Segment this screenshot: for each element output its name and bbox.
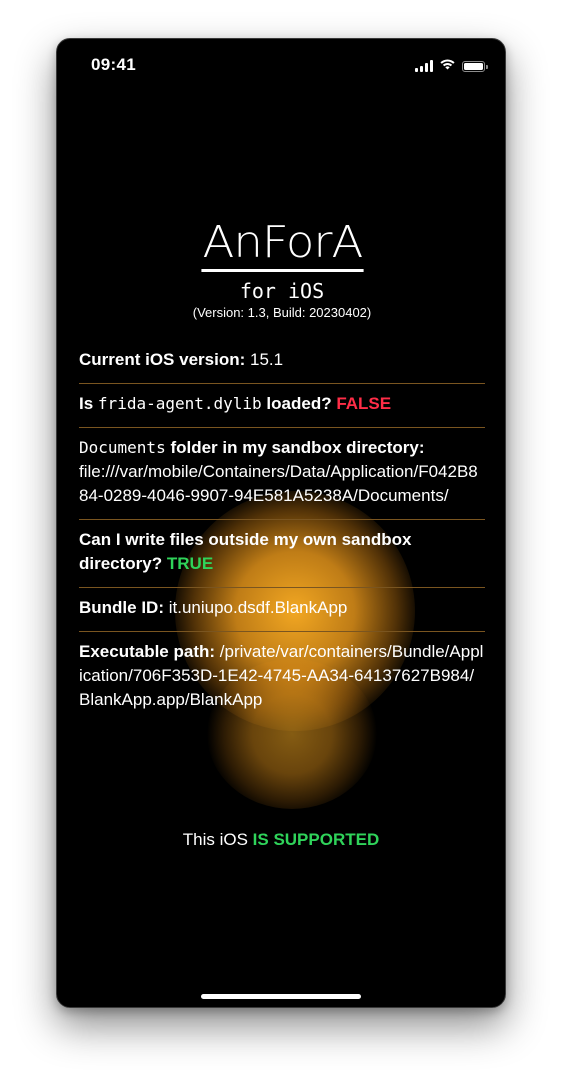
support-value: IS SUPPORTED — [252, 830, 380, 849]
phone-screen: 09:41 AnForA for iOS (Version: 1.3, Buil… — [56, 38, 506, 1008]
info-documents: Documents folder in my sandbox directory… — [79, 428, 485, 520]
documents-label: folder in my sandbox directory: — [170, 438, 425, 457]
ios-version-label: Current iOS version: — [79, 350, 246, 369]
frida-lib-name: frida-agent.dylib — [97, 394, 262, 413]
exec-label: Executable path: — [79, 642, 216, 661]
frida-prefix: Is — [79, 394, 94, 413]
frida-suffix: loaded? — [266, 394, 332, 413]
app-version: (Version: 1.3, Build: 20230402) — [192, 305, 372, 320]
status-time: 09:41 — [91, 55, 136, 74]
documents-path: file:///var/mobile/Containers/Data/Appli… — [79, 462, 478, 505]
status-icons — [415, 57, 488, 75]
support-prefix: This iOS — [182, 830, 248, 849]
bundle-label: Bundle ID: — [79, 598, 164, 617]
support-status: This iOS IS SUPPORTED — [57, 830, 505, 850]
write-status: TRUE — [166, 554, 214, 573]
wifi-icon — [439, 57, 456, 75]
logo-area: AnForA — [79, 217, 485, 272]
info-ios-version: Current iOS version: 15.1 — [79, 340, 485, 384]
cellular-signal-icon — [415, 60, 433, 72]
app-logo: AnForA — [200, 217, 364, 272]
documents-word: Documents — [79, 438, 166, 457]
home-indicator[interactable] — [201, 994, 361, 999]
info-frida: Is frida-agent.dylib loaded? FALSE — [79, 384, 485, 428]
main-content: AnForA for iOS (Version: 1.3, Build: 202… — [79, 217, 485, 723]
info-executable-path: Executable path: /private/var/containers… — [79, 632, 485, 723]
bundle-value: it.uniupo.dsdf.BlankApp — [168, 598, 348, 617]
write-label: Can I write files outside my own sandbox… — [79, 530, 412, 573]
status-bar: 09:41 — [57, 39, 505, 91]
info-bundle-id: Bundle ID: it.uniupo.dsdf.BlankApp — [79, 588, 485, 632]
info-write-outside: Can I write files outside my own sandbox… — [79, 520, 485, 588]
battery-icon — [462, 60, 488, 72]
ios-version-value: 15.1 — [250, 350, 284, 369]
info-list: Current iOS version: 15.1 Is frida-agent… — [79, 340, 485, 723]
app-subtitle: for iOS — [239, 279, 325, 303]
frida-status: FALSE — [336, 394, 392, 413]
